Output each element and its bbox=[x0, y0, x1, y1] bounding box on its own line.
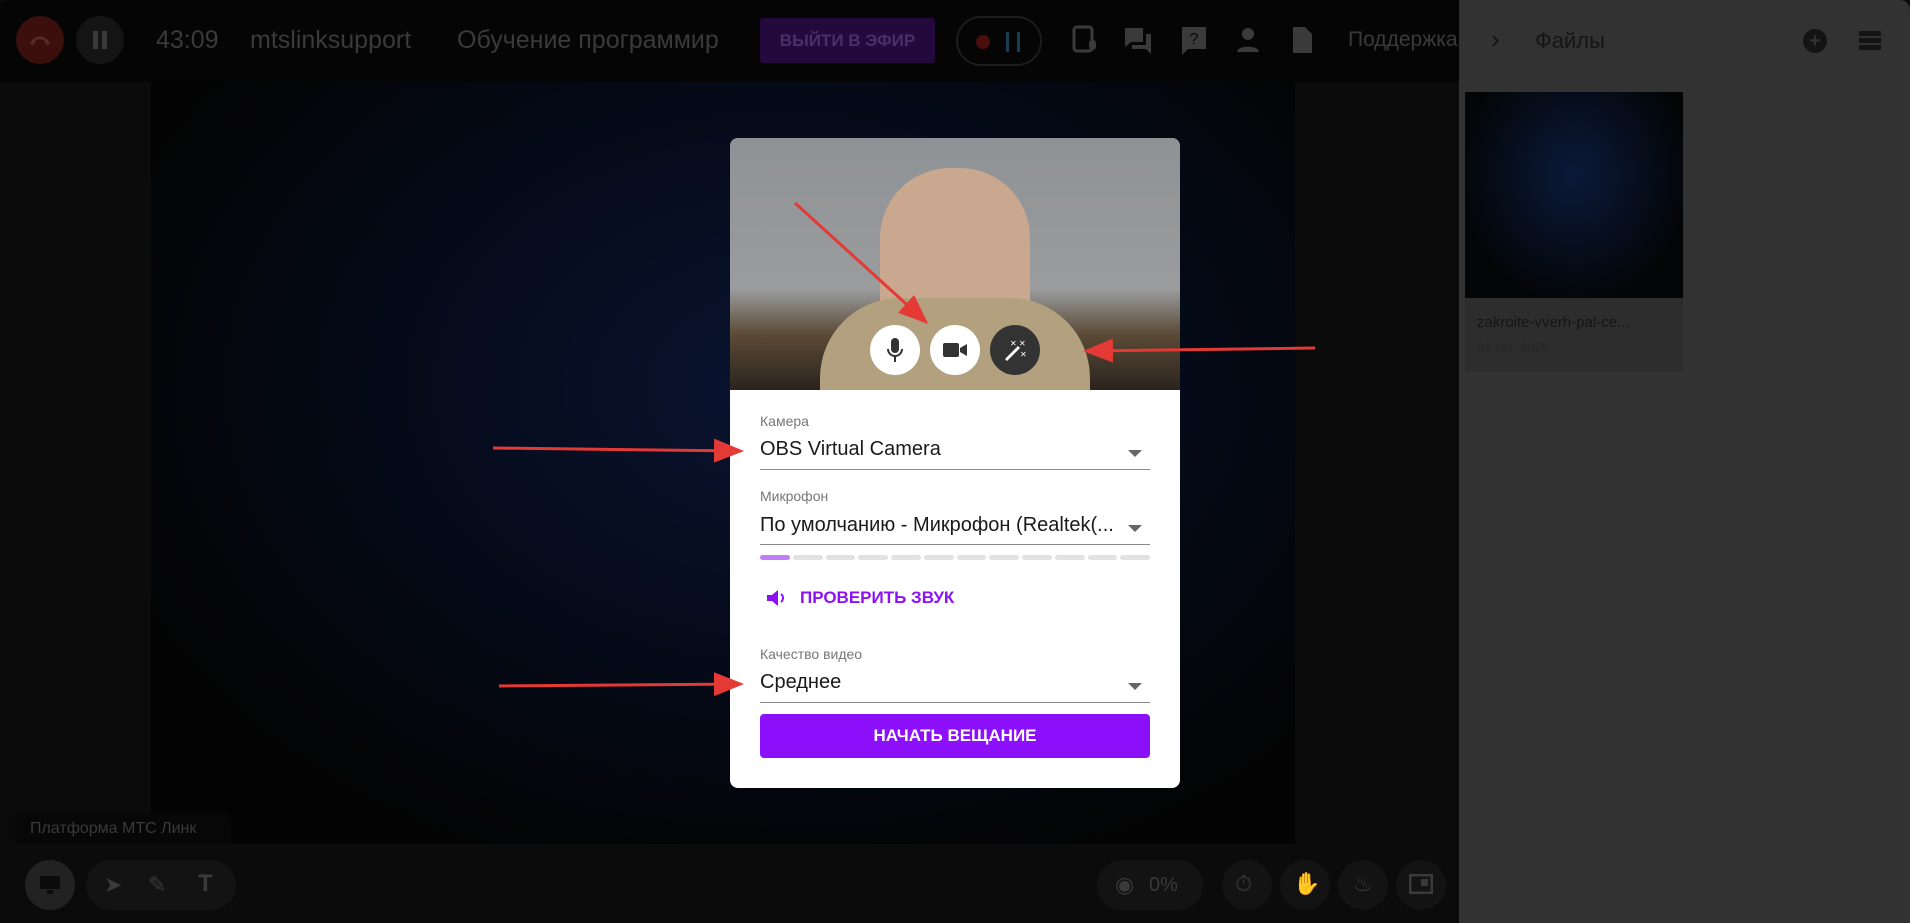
annotation-arrows bbox=[492, 201, 1316, 697]
annotation-arrow bbox=[1083, 338, 1316, 363]
annotation-arrow bbox=[498, 672, 744, 697]
annotation-arrow bbox=[492, 438, 744, 463]
annotation-arrow bbox=[793, 201, 929, 325]
